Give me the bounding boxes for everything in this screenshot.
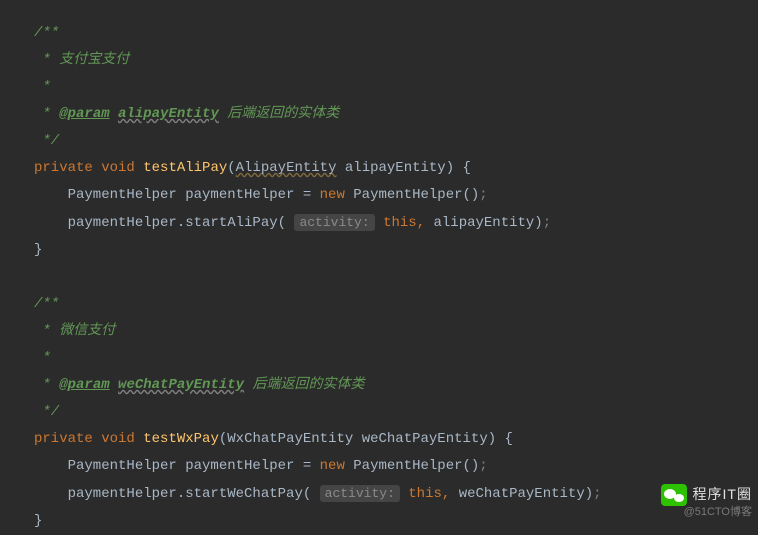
comment-line: * bbox=[34, 74, 758, 101]
comment-line: * 支付宝支付 bbox=[34, 47, 758, 74]
blog-watermark: @51CTO博客 bbox=[684, 499, 752, 526]
method-name: testWxPay bbox=[143, 431, 219, 447]
comment-line: * 微信支付 bbox=[34, 318, 758, 345]
method-name: testAliPay bbox=[143, 160, 227, 176]
javadoc-param-line: * @param weChatPayEntity 后端返回的实体类 bbox=[34, 372, 758, 399]
code-line: paymentHelper.startAliPay( activity: thi… bbox=[34, 209, 758, 237]
javadoc-tag: @param bbox=[59, 377, 109, 393]
javadoc-param-name: alipayEntity bbox=[118, 106, 219, 122]
comment-line: */ bbox=[34, 128, 758, 155]
code-line: PaymentHelper paymentHelper = new Paymen… bbox=[34, 453, 758, 480]
code-editor: /** * 支付宝支付 * * @param alipayEntity 后端返回… bbox=[0, 0, 758, 535]
comment-line: */ bbox=[34, 399, 758, 426]
code-line: } bbox=[34, 508, 758, 535]
comment-line: /** bbox=[34, 20, 758, 47]
code-line: PaymentHelper paymentHelper = new Paymen… bbox=[34, 182, 758, 209]
blank-line bbox=[34, 264, 758, 291]
code-line: paymentHelper.startWeChatPay( activity: … bbox=[34, 480, 758, 508]
parameter-hint: activity: bbox=[294, 214, 374, 231]
method-signature: private void testWxPay(WxChatPayEntity w… bbox=[34, 426, 758, 453]
param-type: WxChatPayEntity bbox=[227, 431, 353, 447]
comment-line: /** bbox=[34, 291, 758, 318]
comment-line: * bbox=[34, 345, 758, 372]
param-type: AlipayEntity bbox=[236, 160, 337, 176]
method-signature: private void testAliPay(AlipayEntity ali… bbox=[34, 155, 758, 182]
code-line: } bbox=[34, 237, 758, 264]
parameter-hint: activity: bbox=[320, 485, 400, 502]
javadoc-tag: @param bbox=[59, 106, 109, 122]
javadoc-param-name: weChatPayEntity bbox=[118, 377, 244, 393]
javadoc-param-line: * @param alipayEntity 后端返回的实体类 bbox=[34, 101, 758, 128]
